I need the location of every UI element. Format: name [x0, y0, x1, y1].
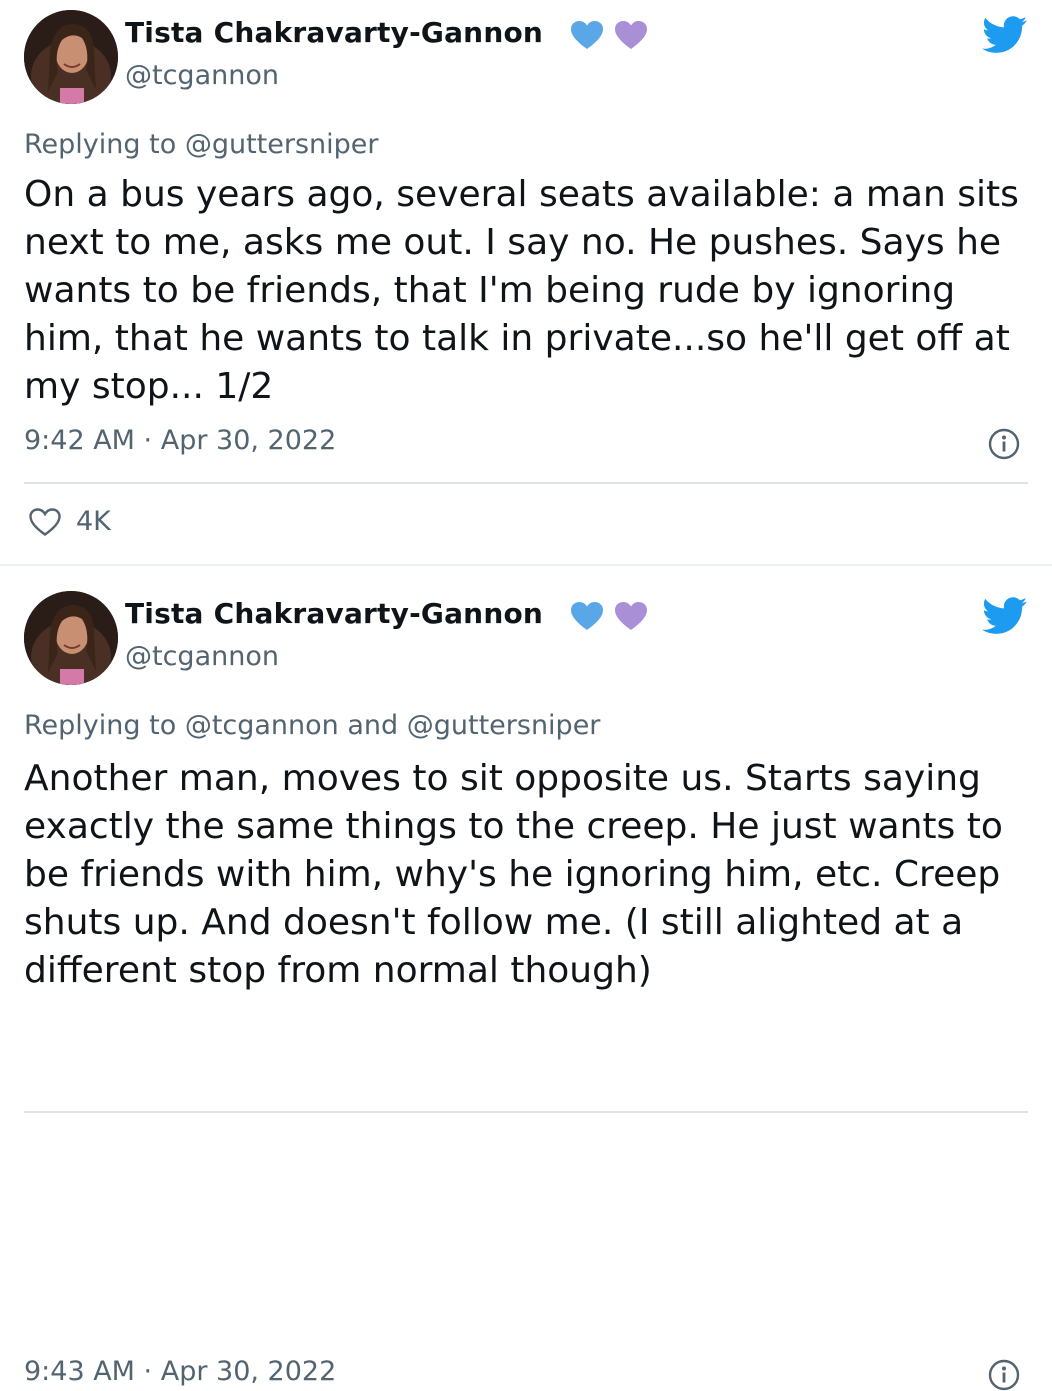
avatar-image: [24, 591, 118, 685]
avatar[interactable]: [24, 591, 118, 685]
tweet-timestamp[interactable]: 9:43 AM · Apr 30, 2022: [24, 1356, 336, 1387]
purple-heart-icon: [615, 21, 647, 49]
like-count: 4K: [76, 506, 111, 537]
author-handle[interactable]: @tcgannon: [125, 641, 279, 672]
author-badges: [570, 601, 648, 631]
replying-to: Replying to @guttersniper: [24, 129, 378, 160]
author-name[interactable]: Tista Chakravarty-Gannon: [125, 16, 543, 49]
purple-heart-icon: [615, 602, 647, 630]
divider: [24, 482, 1028, 484]
replying-prefix: Replying to: [24, 129, 177, 160]
replying-to-link[interactable]: @tcgannon and @guttersniper: [185, 710, 601, 741]
divider: [24, 1111, 1028, 1113]
tweet-timestamp[interactable]: 9:42 AM · Apr 30, 2022: [24, 425, 336, 456]
author-badges: [570, 20, 648, 50]
info-icon[interactable]: [988, 428, 1020, 460]
blue-heart-icon: [571, 602, 603, 630]
tweet-1: Tista Chakravarty-Gannon @tcgannon Reply…: [0, 0, 1052, 566]
twitter-bird-icon[interactable]: [982, 597, 1028, 635]
replying-to-link[interactable]: @guttersniper: [185, 129, 379, 160]
author-handle[interactable]: @tcgannon: [125, 60, 279, 91]
replying-to: Replying to @tcgannon and @guttersniper: [24, 710, 600, 741]
tweet-text: Another man, moves to sit opposite us. S…: [24, 758, 1003, 991]
tweet-2: Tista Chakravarty-Gannon @tcgannon Reply…: [0, 566, 1052, 1391]
author-name[interactable]: Tista Chakravarty-Gannon: [125, 597, 543, 630]
avatar[interactable]: [24, 10, 118, 104]
info-icon[interactable]: [988, 1359, 1020, 1391]
like-button[interactable]: 4K: [28, 506, 111, 537]
tweet-text: On a bus years ago, several seats availa…: [24, 174, 1019, 407]
replying-prefix: Replying to: [24, 710, 177, 741]
avatar-image: [24, 10, 118, 104]
twitter-bird-icon[interactable]: [982, 16, 1028, 54]
heart-outline-icon: [29, 507, 61, 536]
blue-heart-icon: [571, 21, 603, 49]
